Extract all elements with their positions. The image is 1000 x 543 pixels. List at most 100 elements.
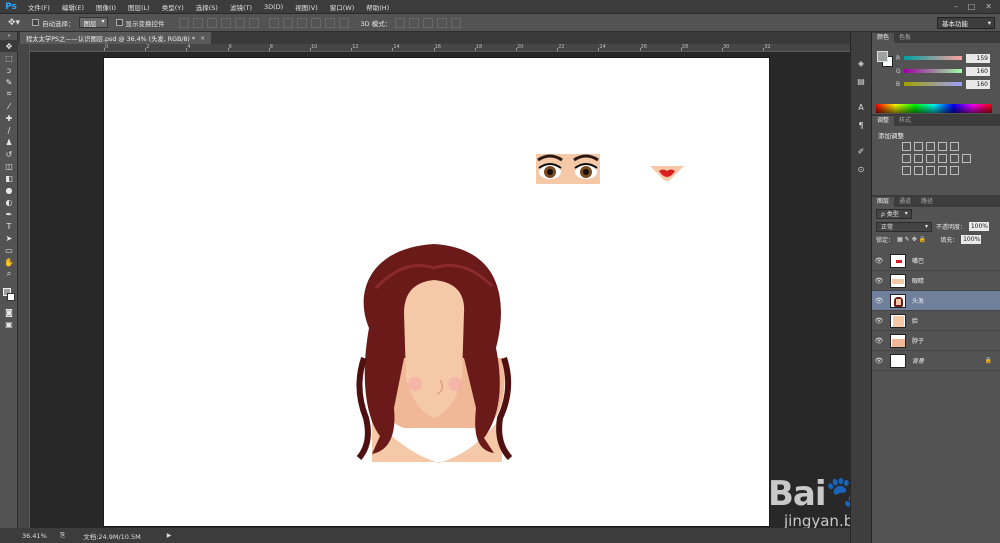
align-hcenter-icon[interactable]	[234, 17, 245, 28]
layer-row-hair[interactable]: 👁 头发	[872, 291, 1000, 311]
canvas-area[interactable]: Bai🐾经验 jingyan.baidu.com	[30, 52, 850, 528]
3d-roll-icon[interactable]	[409, 17, 420, 28]
lasso-tool-icon[interactable]: ↄ	[0, 64, 18, 76]
clone-stamp-tool-icon[interactable]: ♟	[0, 136, 18, 148]
close-tab-icon[interactable]: ×	[200, 35, 205, 42]
tab-styles[interactable]: 样式	[894, 116, 916, 126]
align-right-icon[interactable]	[248, 17, 259, 28]
3d-drag-icon[interactable]	[423, 17, 434, 28]
close-button[interactable]: ✕	[985, 2, 992, 11]
align-vcenter-icon[interactable]	[192, 17, 203, 28]
layer-filter-dropdown[interactable]: ρ 类型	[876, 208, 912, 219]
align-left-icon[interactable]	[220, 17, 231, 28]
photo-filter-icon[interactable]	[938, 154, 947, 163]
distribute-hcenter-icon[interactable]	[324, 17, 335, 28]
fill-input[interactable]: 100%	[961, 235, 982, 244]
document-canvas[interactable]	[104, 58, 769, 526]
status-menu-arrow-icon[interactable]: ▶	[167, 532, 172, 539]
exposure-icon[interactable]	[938, 142, 947, 151]
menu-3d[interactable]: 3D(D)	[258, 3, 289, 11]
visibility-eye-icon[interactable]: 👁	[872, 357, 886, 365]
eraser-tool-icon[interactable]: ◫	[0, 160, 18, 172]
hand-tool-icon[interactable]: ✋	[0, 256, 18, 268]
hue-saturation-icon[interactable]	[902, 154, 911, 163]
opacity-input[interactable]: 100%	[969, 222, 990, 231]
crop-tool-icon[interactable]: ⌗	[0, 88, 18, 100]
auto-select-checkbox[interactable]	[32, 19, 39, 26]
align-bottom-icon[interactable]	[206, 17, 217, 28]
zoom-tool-icon[interactable]: ⌕	[0, 268, 18, 280]
auto-select-dropdown[interactable]: 图层	[78, 17, 108, 28]
move-tool-preset-icon[interactable]: ✥▾	[4, 16, 24, 30]
toolbar-collapse-icon[interactable]: »	[0, 32, 18, 40]
menu-view[interactable]: 视图(V)	[289, 2, 324, 12]
tab-color[interactable]: 颜色	[872, 33, 895, 43]
export-icon[interactable]: ⎘	[60, 531, 65, 540]
menu-select[interactable]: 选择(S)	[190, 2, 224, 12]
lock-icons[interactable]: ▦✎✥🔒	[897, 236, 928, 243]
paragraph-panel-icon[interactable]: ¶	[851, 118, 871, 132]
menu-file[interactable]: 文件(F)	[22, 2, 56, 12]
layer-row-neck[interactable]: 👁 脖子	[872, 331, 1000, 351]
blend-mode-dropdown[interactable]: 正常	[876, 221, 932, 232]
blue-channel-slider[interactable]	[904, 82, 962, 86]
menu-filter[interactable]: 滤镜(T)	[224, 2, 258, 12]
curves-icon[interactable]	[926, 142, 935, 151]
history-panel-icon[interactable]: ◈	[851, 56, 871, 70]
quick-mask-icon[interactable]: ◙	[0, 306, 18, 318]
pen-tool-icon[interactable]: ✒	[0, 208, 18, 220]
distribute-top-icon[interactable]	[268, 17, 279, 28]
character-panel-icon[interactable]: A	[851, 100, 871, 114]
brush-panel-icon[interactable]: ✐	[851, 144, 871, 158]
properties-panel-icon[interactable]: ▤	[851, 74, 871, 88]
history-brush-tool-icon[interactable]: ↺	[0, 148, 18, 160]
maximize-button[interactable]: □	[968, 2, 976, 11]
visibility-eye-icon[interactable]: 👁	[872, 337, 886, 345]
panel-foreground-swatch[interactable]	[877, 51, 888, 62]
tab-channels[interactable]: 通道	[894, 197, 916, 207]
layer-row-eyes[interactable]: 👁 眼睛	[872, 271, 1000, 291]
red-channel-value[interactable]: 159	[966, 53, 990, 63]
channel-mixer-icon[interactable]	[950, 154, 959, 163]
layer-row-background[interactable]: 👁 背景 🔒	[872, 351, 1000, 371]
menu-type[interactable]: 类型(Y)	[156, 2, 190, 12]
color-balance-icon[interactable]	[914, 154, 923, 163]
distribute-right-icon[interactable]	[338, 17, 349, 28]
workspace-switcher[interactable]: 基本功能	[937, 17, 995, 29]
tab-adjustments[interactable]: 调整	[872, 116, 895, 126]
distribute-bottom-icon[interactable]	[296, 17, 307, 28]
gradient-tool-icon[interactable]: ◧	[0, 172, 18, 184]
visibility-eye-icon[interactable]: 👁	[872, 317, 886, 325]
invert-icon[interactable]	[902, 166, 911, 175]
zoom-level[interactable]: 36.41%	[22, 532, 60, 540]
gradient-map-icon[interactable]	[950, 166, 959, 175]
visibility-eye-icon[interactable]: 👁	[872, 257, 886, 265]
green-channel-value[interactable]: 160	[966, 66, 990, 76]
path-select-tool-icon[interactable]: ➤	[0, 232, 18, 244]
document-tab[interactable]: 程太太学PS之——认识图层.psd @ 36.4% (头发, RGB/8) * …	[20, 32, 212, 44]
3d-slide-icon[interactable]	[437, 17, 448, 28]
vibrance-icon[interactable]	[950, 142, 959, 151]
clone-source-panel-icon[interactable]: ⊙	[851, 162, 871, 176]
visibility-eye-icon[interactable]: 👁	[872, 297, 886, 305]
tab-layers[interactable]: 图层	[872, 197, 895, 207]
posterize-icon[interactable]	[914, 166, 923, 175]
tab-paths[interactable]: 路径	[916, 197, 938, 207]
3d-scale-icon[interactable]	[451, 17, 462, 28]
color-spectrum-bar[interactable]	[876, 104, 992, 113]
eyedropper-tool-icon[interactable]: ⁄	[0, 100, 18, 112]
align-top-icon[interactable]	[178, 17, 189, 28]
menu-edit[interactable]: 编辑(E)	[56, 2, 90, 12]
green-channel-slider[interactable]	[904, 69, 962, 73]
quick-select-tool-icon[interactable]: ✎	[0, 76, 18, 88]
distribute-vcenter-icon[interactable]	[282, 17, 293, 28]
menu-layer[interactable]: 图层(L)	[122, 2, 156, 12]
background-color-swatch[interactable]	[7, 293, 15, 301]
menu-window[interactable]: 窗口(W)	[324, 2, 361, 12]
threshold-icon[interactable]	[926, 166, 935, 175]
show-transform-checkbox[interactable]	[115, 19, 123, 26]
dodge-tool-icon[interactable]: ◐	[0, 196, 18, 208]
layer-row-mouth[interactable]: 👁 嘴巴	[872, 251, 1000, 271]
menu-help[interactable]: 帮助(H)	[360, 2, 395, 12]
menu-image[interactable]: 图像(I)	[90, 2, 122, 12]
